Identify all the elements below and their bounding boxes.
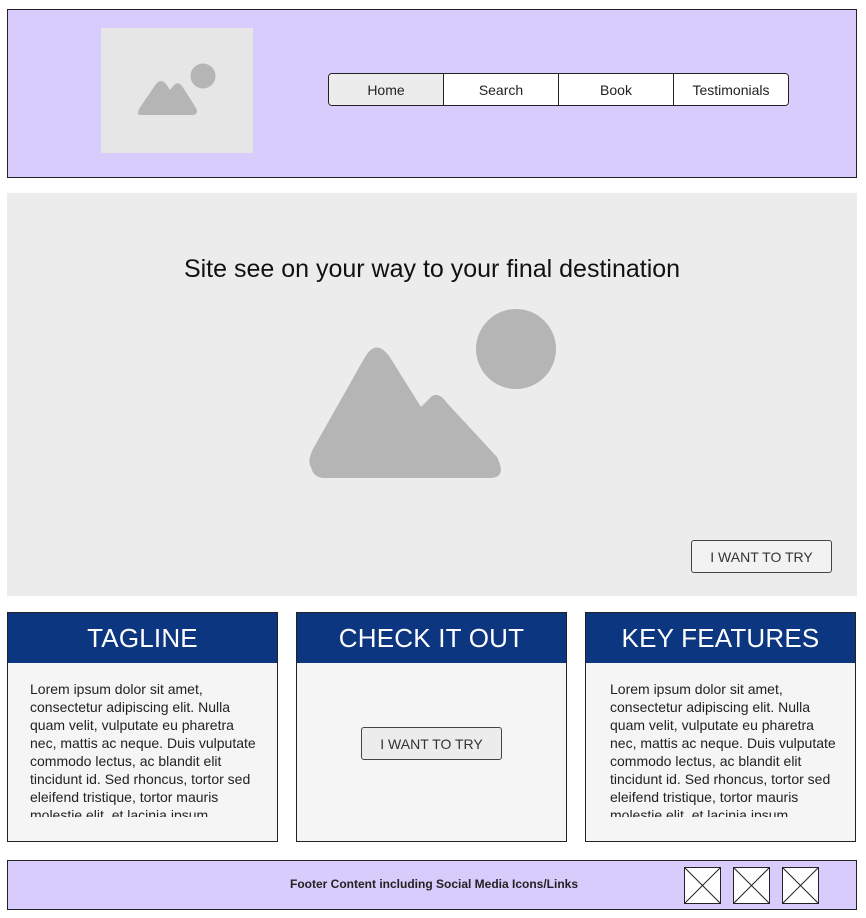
card-heading: TAGLINE [8,613,277,663]
social-link-3[interactable] [782,867,819,904]
card-body-text: Lorem ipsum dolor sit amet, consectetur … [610,681,836,817]
tagline-card: TAGLINE Lorem ipsum dolor sit amet, cons… [7,612,278,842]
nav-search[interactable]: Search [444,74,559,105]
key-features-card: KEY FEATURES Lorem ipsum dolor sit amet,… [585,612,856,842]
logo-placeholder[interactable] [101,28,253,153]
card-body-text: Lorem ipsum dolor sit amet, consectetur … [30,681,256,817]
image-placeholder-icon [309,309,556,478]
footer-text: Footer Content including Social Media Ic… [290,877,579,891]
hero-try-button[interactable]: I WANT TO TRY [691,540,832,573]
card-heading: KEY FEATURES [586,613,855,663]
social-link-placeholder-icon [684,867,721,904]
social-link-1[interactable] [684,867,721,904]
card-try-button[interactable]: I WANT TO TRY [361,727,502,760]
social-link-placeholder-icon [782,867,819,904]
nav-book[interactable]: Book [559,74,674,105]
image-placeholder-icon [138,63,216,115]
social-link-2[interactable] [733,867,770,904]
check-it-out-card: CHECK IT OUT I WANT TO TRY [296,612,567,842]
social-link-placeholder-icon [733,867,770,904]
main-nav: Home Search Book Testimonials [328,73,789,106]
hero-section: Site see on your way to your final desti… [7,193,857,596]
hero-title: Site see on your way to your final desti… [183,255,681,283]
nav-testimonials[interactable]: Testimonials [674,74,788,105]
card-heading: CHECK IT OUT [297,613,566,663]
site-footer: Footer Content including Social Media Ic… [7,860,857,910]
nav-home[interactable]: Home [329,74,444,105]
site-header: Home Search Book Testimonials [7,9,857,178]
